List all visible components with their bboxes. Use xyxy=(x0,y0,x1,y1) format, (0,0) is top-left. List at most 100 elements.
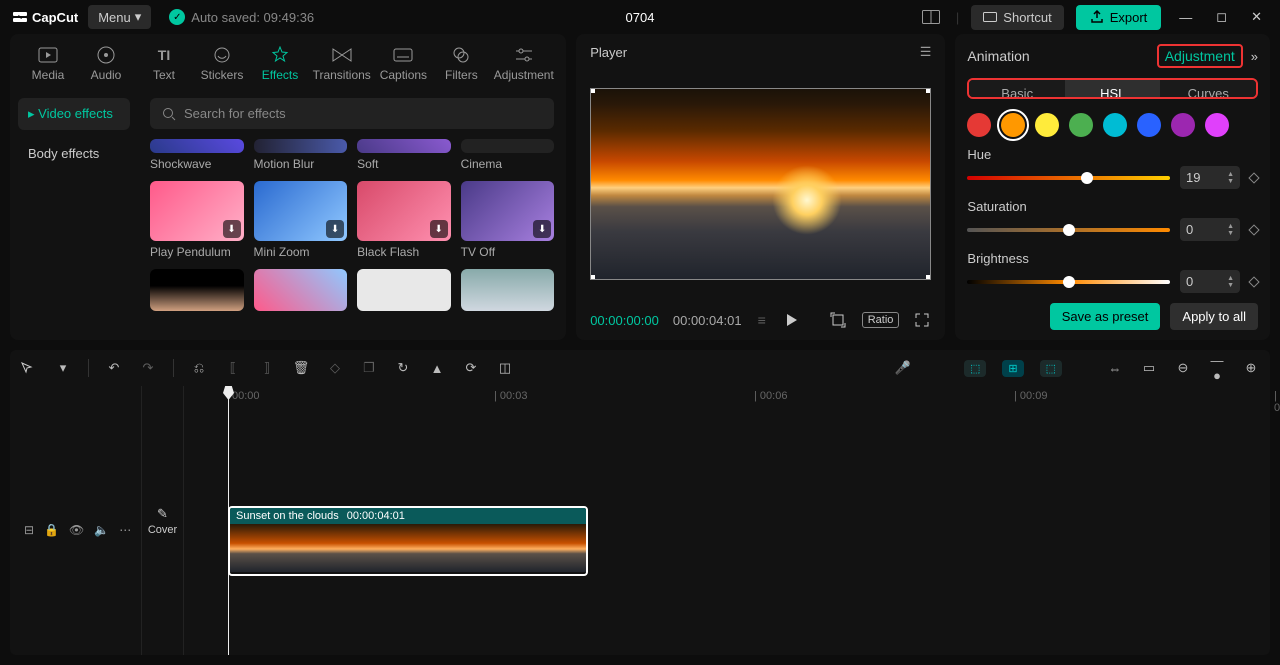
split-icon[interactable]: ⎌ xyxy=(190,360,208,376)
crop-icon[interactable]: ◫ xyxy=(496,360,514,376)
keyframe-icon[interactable] xyxy=(1248,224,1259,235)
saturation-slider[interactable] xyxy=(967,228,1170,232)
export-button[interactable]: Export xyxy=(1076,5,1162,30)
effect-tv-off[interactable]: ⬇TV Off xyxy=(461,181,555,259)
align-icon[interactable]: ⇔ xyxy=(1106,361,1124,376)
hue-slider[interactable] xyxy=(967,176,1170,180)
color-orange[interactable] xyxy=(1001,113,1025,137)
tab-filters[interactable]: Filters xyxy=(435,40,487,86)
ratio-button[interactable]: Ratio xyxy=(862,312,900,328)
brightness-slider[interactable] xyxy=(967,280,1170,284)
delete-icon[interactable]: 🗑 xyxy=(292,360,310,376)
tab-audio[interactable]: Audio xyxy=(80,40,132,86)
collapse-icon[interactable]: » xyxy=(1251,49,1258,64)
select-tool-icon[interactable] xyxy=(20,361,38,375)
effect-extra-4[interactable] xyxy=(461,269,555,315)
effect-shockwave[interactable]: Shockwave xyxy=(150,139,244,171)
effect-black-flash[interactable]: ⬇Black Flash xyxy=(357,181,451,259)
library-panel: Media Audio TIText Stickers Effects Tran… xyxy=(10,34,566,340)
keyframe-icon[interactable] xyxy=(1248,276,1259,287)
redo-icon[interactable]: ↷ xyxy=(139,360,157,376)
export-icon xyxy=(1090,10,1104,24)
play-button[interactable] xyxy=(782,311,800,329)
keyframe-icon[interactable] xyxy=(1248,172,1259,183)
scale-icon[interactable] xyxy=(828,310,848,330)
zoom-slider-icon[interactable]: —● xyxy=(1208,353,1226,383)
timeline-tracks[interactable]: 00:00| 00:03| 00:06| 00:09| 00:1 Sunset … xyxy=(184,386,1270,655)
effect-extra-1[interactable] xyxy=(150,269,244,315)
segment-curves[interactable]: Curves xyxy=(1160,80,1256,97)
color-cyan[interactable] xyxy=(1103,113,1127,137)
effect-soft[interactable]: Soft xyxy=(357,139,451,171)
magnet-start-icon[interactable]: ⬚ xyxy=(964,360,986,377)
zoom-out-icon[interactable]: ⊖ xyxy=(1174,360,1192,376)
color-green[interactable] xyxy=(1069,113,1093,137)
color-yellow[interactable] xyxy=(1035,113,1059,137)
segment-hsl[interactable]: HSL xyxy=(1065,80,1161,97)
mute-icon[interactable]: 🔈 xyxy=(94,523,109,537)
undo-icon[interactable]: ↶ xyxy=(105,360,123,376)
trim-left-icon[interactable]: ⟦ xyxy=(224,360,242,376)
cover-button[interactable]: ✎ Cover xyxy=(145,500,181,542)
player-menu-icon[interactable]: ☰ xyxy=(920,44,932,60)
tab-stickers[interactable]: Stickers xyxy=(196,40,248,86)
close-button[interactable]: ✕ xyxy=(1245,5,1268,29)
tab-adjustment[interactable]: Adjustment xyxy=(493,40,554,86)
brightness-value-input[interactable]: 0▲▼ xyxy=(1180,270,1240,293)
save-preset-button[interactable]: Save as preset xyxy=(1050,303,1161,330)
inspector-tab-animation[interactable]: Animation xyxy=(967,48,1029,64)
effects-search[interactable]: Search for effects xyxy=(150,98,554,129)
magnet-end-icon[interactable]: ⬚ xyxy=(1040,360,1062,377)
color-blue[interactable] xyxy=(1137,113,1161,137)
tab-text[interactable]: TIText xyxy=(138,40,190,86)
more-icon[interactable]: ⋯ xyxy=(119,523,131,537)
fullscreen-icon[interactable] xyxy=(913,311,931,329)
saturation-value-input[interactable]: 0▲▼ xyxy=(1180,218,1240,241)
hue-value-input[interactable]: 19▲▼ xyxy=(1180,166,1240,189)
effect-extra-3[interactable] xyxy=(357,269,451,315)
segment-basic[interactable]: Basic xyxy=(969,80,1065,97)
captions-icon xyxy=(392,44,414,66)
player-viewport[interactable] xyxy=(590,88,931,280)
minimize-button[interactable]: — xyxy=(1173,6,1198,29)
marker-icon[interactable]: ◇ xyxy=(326,360,344,376)
eye-icon[interactable]: 👁 xyxy=(69,523,84,537)
effect-motion-blur[interactable]: Motion Blur xyxy=(254,139,348,171)
list-icon[interactable]: ≡ xyxy=(756,310,768,330)
timeline-ruler[interactable]: 00:00| 00:03| 00:06| 00:09| 00:1 xyxy=(184,386,1270,410)
effect-cinema[interactable]: Cinema xyxy=(461,139,555,171)
subtab-body-effects[interactable]: Body effects xyxy=(18,138,130,169)
tab-captions[interactable]: Captions xyxy=(377,40,429,86)
color-red[interactable] xyxy=(967,113,991,137)
color-magenta[interactable] xyxy=(1205,113,1229,137)
lock-icon[interactable]: 🔒 xyxy=(44,523,59,537)
effect-extra-2[interactable] xyxy=(254,269,348,315)
layout-icon[interactable] xyxy=(918,6,944,28)
effect-play-pendulum[interactable]: ⬇Play Pendulum xyxy=(150,181,244,259)
reverse-icon[interactable]: ↻ xyxy=(394,360,412,376)
app-logo: CapCut xyxy=(12,9,78,25)
rotate-icon[interactable]: ⟳ xyxy=(462,360,480,376)
mirror-icon[interactable]: ▲ xyxy=(428,361,446,376)
apply-all-button[interactable]: Apply to all xyxy=(1170,303,1258,330)
tab-effects[interactable]: Effects xyxy=(254,40,306,86)
preview-icon[interactable]: ▭ xyxy=(1140,360,1158,376)
mic-icon[interactable]: 🎤 xyxy=(894,360,912,376)
color-purple[interactable] xyxy=(1171,113,1195,137)
tab-transitions[interactable]: Transitions xyxy=(312,40,371,86)
shortcut-button[interactable]: Shortcut xyxy=(971,5,1063,30)
copy-icon[interactable]: ❐ xyxy=(360,360,378,376)
title-bar: CapCut Menu ▾ ✓ Auto saved: 09:49:36 070… xyxy=(0,0,1280,34)
magnet-main-icon[interactable]: ⊞ xyxy=(1002,360,1023,377)
subtab-video-effects[interactable]: ▸ Video effects xyxy=(18,98,130,130)
inspector-tab-adjustment[interactable]: Adjustment xyxy=(1157,44,1243,68)
chevron-down-icon[interactable]: ▾ xyxy=(54,360,72,376)
maximize-button[interactable]: ◻ xyxy=(1210,5,1233,29)
trim-right-icon[interactable]: ⟧ xyxy=(258,360,276,376)
effect-mini-zoom[interactable]: ⬇Mini Zoom xyxy=(254,181,348,259)
tab-media[interactable]: Media xyxy=(22,40,74,86)
menu-button[interactable]: Menu ▾ xyxy=(88,5,151,29)
video-clip[interactable]: Sunset on the clouds 00:00:04:01 xyxy=(228,506,588,576)
collapse-track-icon[interactable]: ⊟ xyxy=(24,523,34,537)
zoom-in-icon[interactable]: ⊕ xyxy=(1242,360,1260,376)
